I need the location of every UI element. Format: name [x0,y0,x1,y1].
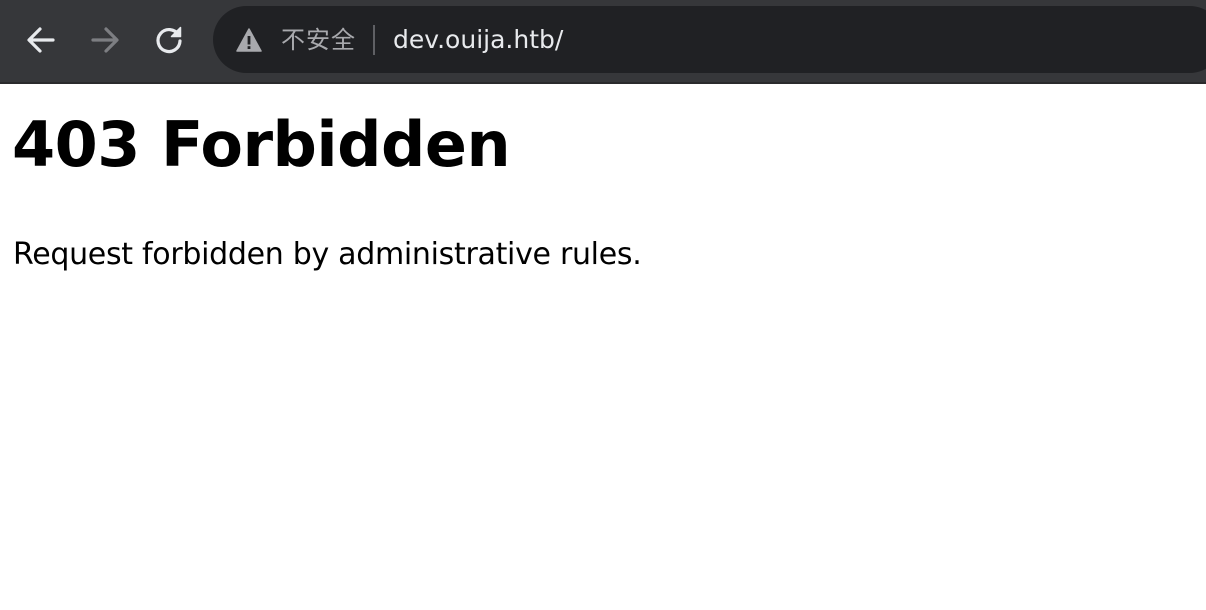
forward-button[interactable] [85,20,125,60]
url-text[interactable]: dev.ouija.htb/ [393,23,563,57]
error-message: Request forbidden by administrative rule… [13,237,642,272]
page-title: 403 Forbidden [12,108,511,181]
arrow-left-icon [27,27,55,53]
address-bar[interactable]: 不安全 dev.ouija.htb/ [213,6,1206,73]
browser-toolbar: 不安全 dev.ouija.htb/ [0,0,1206,82]
back-button[interactable] [21,20,61,60]
arrow-right-icon [91,27,119,53]
omnibox-divider [373,25,375,55]
warning-triangle-icon[interactable] [235,26,263,54]
reload-icon [156,26,182,54]
reload-button[interactable] [149,20,189,60]
security-status-label[interactable]: 不安全 [281,24,356,56]
page-content: 403 Forbidden Request forbidden by admin… [0,84,1206,610]
